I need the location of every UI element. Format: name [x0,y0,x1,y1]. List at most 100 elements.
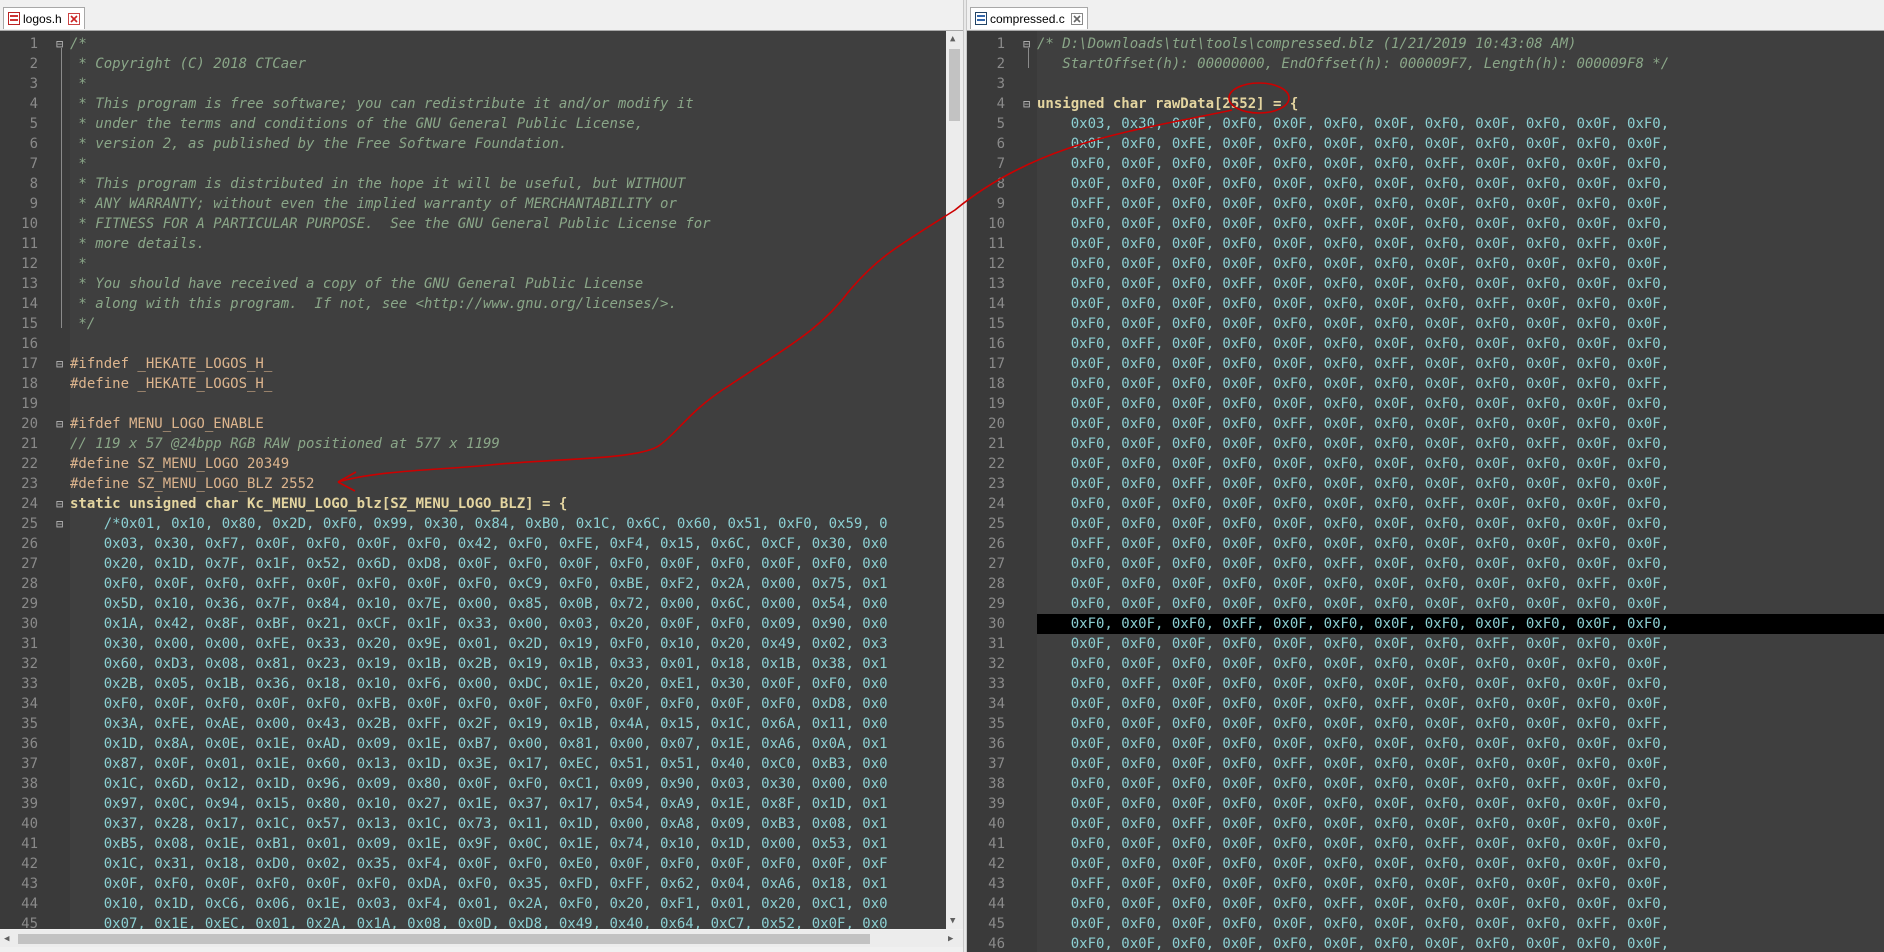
code-line[interactable]: 0x0F, 0xF0, 0x0F, 0xF0, 0x0F, 0xF0, 0x0F… [1037,914,1884,934]
code-line[interactable]: 0x03, 0x30, 0x0F, 0xF0, 0x0F, 0xF0, 0x0F… [1037,114,1884,134]
code-line[interactable]: 0x0F, 0xF0, 0x0F, 0xF0, 0x0F, 0xF0, 0x0F… [1037,634,1884,654]
code-line[interactable]: 0xF0, 0x0F, 0xF0, 0x0F, 0xF0, 0x0F, 0xF0… [1037,154,1884,174]
code-line[interactable]: 0xF0, 0x0F, 0xF0, 0x0F, 0xF0, 0x0F, 0xF0… [1037,834,1884,854]
close-icon[interactable] [67,12,80,25]
code-line[interactable]: 0xF0, 0x0F, 0xF0, 0xFF, 0x0F, 0xF0, 0x0F… [70,574,946,594]
code-line[interactable]: 0xF0, 0xFF, 0x0F, 0xF0, 0x0F, 0xF0, 0x0F… [1037,674,1884,694]
code-line[interactable]: 0x3A, 0xFE, 0xAE, 0x00, 0x43, 0x2B, 0xFF… [70,714,946,734]
code-line[interactable] [1037,74,1884,94]
code-line[interactable]: 0x87, 0x0F, 0x01, 0x1E, 0x60, 0x13, 0x1D… [70,754,946,774]
code-line[interactable]: 0x0F, 0xF0, 0x0F, 0xF0, 0x0F, 0xF0, 0x0F… [1037,794,1884,814]
code-line[interactable]: * You should have received a copy of the… [70,274,946,294]
code-line[interactable] [70,394,946,414]
code-line[interactable]: 0x0F, 0xF0, 0x0F, 0xF0, 0x0F, 0xF0, 0xDA… [70,874,946,894]
code-line[interactable]: // 119 x 57 @24bpp RGB RAW positioned at… [70,434,946,454]
code-line[interactable]: 0xF0, 0x0F, 0xF0, 0x0F, 0xF0, 0x0F, 0xF0… [1037,934,1884,952]
fold-marker-icon[interactable]: ⊟ [56,494,63,514]
code-line[interactable]: * along with this program. If not, see <… [70,294,946,314]
code-line[interactable]: 0xF0, 0x0F, 0xF0, 0x0F, 0xF0, 0xFB, 0x0F… [70,694,946,714]
code-line[interactable]: 0x1D, 0x8A, 0x0E, 0x1E, 0xAD, 0x09, 0x1E… [70,734,946,754]
code-line[interactable]: * version 2, as published by the Free So… [70,134,946,154]
code-line[interactable]: 0x0F, 0xF0, 0x0F, 0xF0, 0x0F, 0xF0, 0x0F… [1037,454,1884,474]
fold-marker-icon[interactable]: ⊟ [56,34,63,54]
code-line[interactable]: 0xF0, 0x0F, 0xF0, 0x0F, 0xF0, 0x0F, 0xF0… [1037,434,1884,454]
close-icon[interactable] [1070,12,1083,25]
code-line[interactable]: 0xF0, 0x0F, 0xF0, 0xFF, 0x0F, 0xF0, 0x0F… [1037,274,1884,294]
code-line[interactable]: * under the terms and conditions of the … [70,114,946,134]
code-line[interactable]: #ifdef MENU_LOGO_ENABLE [70,414,946,434]
code-line[interactable]: 0x0F, 0xF0, 0x0F, 0xF0, 0x0F, 0xF0, 0x0F… [1037,514,1884,534]
horizontal-scrollbar[interactable]: ◀ ▶ [0,930,963,947]
vertical-scrollbar[interactable]: ▲ ▼ [946,31,963,929]
code-line[interactable]: * This program is free software; you can… [70,94,946,114]
code-line[interactable]: 0x0F, 0xF0, 0x0F, 0xF0, 0x0F, 0xF0, 0x0F… [1037,574,1884,594]
right-code-editor[interactable]: 1 2 3 4 5 6 7 8 9 10 11 12 13 14 15 16 17 18 19 20 21 22 23 24 2… [967,31,1884,952]
code-line[interactable]: */ [70,314,946,334]
code-line[interactable]: 0x0F, 0xF0, 0x0F, 0xF0, 0x0F, 0xF0, 0x0F… [1037,394,1884,414]
code-line[interactable]: 0x97, 0x0C, 0x94, 0x15, 0x80, 0x10, 0x27… [70,794,946,814]
code-line[interactable]: 0xF0, 0x0F, 0xF0, 0x0F, 0xF0, 0xFF, 0x0F… [1037,894,1884,914]
code-line[interactable]: /*0x01, 0x10, 0x80, 0x2D, 0xF0, 0x99, 0x… [70,514,946,534]
code-line[interactable]: * Copyright (C) 2018 CTCaer [70,54,946,74]
code-line[interactable]: 0xF0, 0x0F, 0xF0, 0x0F, 0xF0, 0x0F, 0xF0… [1037,254,1884,274]
code-line[interactable]: 0xF0, 0xFF, 0x0F, 0xF0, 0x0F, 0xF0, 0x0F… [1037,334,1884,354]
code-line[interactable]: * This program is distributed in the hop… [70,174,946,194]
code-line[interactable]: 0x0F, 0xF0, 0x0F, 0xF0, 0x0F, 0xF0, 0xFF… [1037,694,1884,714]
code-line[interactable]: 0x0F, 0xF0, 0x0F, 0xF0, 0x0F, 0xF0, 0xFF… [1037,354,1884,374]
code-line[interactable]: #define SZ_MENU_LOGO 20349 [70,454,946,474]
scroll-down-icon[interactable]: ▼ [950,916,955,926]
code-line[interactable]: 0x0F, 0xF0, 0x0F, 0xF0, 0xFF, 0x0F, 0xF0… [1037,414,1884,434]
code-line[interactable]: * [70,154,946,174]
code-line[interactable]: 0xF0, 0x0F, 0xF0, 0x0F, 0xF0, 0x0F, 0xF0… [1037,714,1884,734]
code-line[interactable]: * more details. [70,234,946,254]
code-line[interactable] [70,334,946,354]
code-line[interactable]: 0xF0, 0x0F, 0xF0, 0x0F, 0xF0, 0x0F, 0xF0… [1037,314,1884,334]
code-line[interactable]: unsigned char rawData[2552] = { [1037,94,1884,114]
code-line[interactable]: 0x0F, 0xF0, 0x0F, 0xF0, 0x0F, 0xF0, 0x0F… [1037,734,1884,754]
fold-marker-icon[interactable]: ⊟ [56,414,63,434]
code-line[interactable]: 0x0F, 0xF0, 0xFE, 0x0F, 0xF0, 0x0F, 0xF0… [1037,134,1884,154]
left-code-editor[interactable]: 1 2 3 4 5 6 7 8 9 10 11 12 13 14 15 16 17 18 19 20 21 22 23 24 2… [0,31,946,929]
code-line[interactable]: 0x20, 0x1D, 0x7F, 0x1F, 0x52, 0x6D, 0xD8… [70,554,946,574]
fold-marker-icon[interactable]: ⊟ [56,354,63,374]
code-line[interactable]: StartOffset(h): 00000000, EndOffset(h): … [1037,54,1884,74]
code-line[interactable]: 0x0F, 0xF0, 0x0F, 0xF0, 0xFF, 0x0F, 0xF0… [1037,754,1884,774]
scroll-right-icon[interactable]: ▶ [948,934,953,944]
code-line[interactable]: 0xFF, 0x0F, 0xF0, 0x0F, 0xF0, 0x0F, 0xF0… [1037,534,1884,554]
code-line[interactable]: 0xF0, 0x0F, 0xF0, 0x0F, 0xF0, 0x0F, 0xF0… [1037,374,1884,394]
code-line[interactable]: 0x1C, 0x31, 0x18, 0xD0, 0x02, 0x35, 0xF4… [70,854,946,874]
code-line[interactable]: 0xF0, 0x0F, 0xF0, 0x0F, 0xF0, 0xFF, 0x0F… [1037,214,1884,234]
code-line[interactable]: 0x60, 0xD3, 0x08, 0x81, 0x23, 0x19, 0x1B… [70,654,946,674]
code-line[interactable]: 0x1C, 0x6D, 0x12, 0x1D, 0x96, 0x09, 0x80… [70,774,946,794]
code-line[interactable]: * [70,74,946,94]
code-line[interactable]: * ANY WARRANTY; without even the implied… [70,194,946,214]
fold-marker-icon[interactable]: ⊟ [1023,34,1030,54]
code-line[interactable]: * FITNESS FOR A PARTICULAR PURPOSE. See … [70,214,946,234]
code-line[interactable]: 0xF0, 0x0F, 0xF0, 0x0F, 0xF0, 0x0F, 0xF0… [1037,774,1884,794]
code-line[interactable]: 0xF0, 0x0F, 0xF0, 0x0F, 0xF0, 0x0F, 0xF0… [1037,654,1884,674]
scrollbar-thumb[interactable] [18,934,870,944]
code-line[interactable]: #ifndef _HEKATE_LOGOS_H_ [70,354,946,374]
code-line[interactable]: 0x0F, 0xF0, 0x0F, 0xF0, 0x0F, 0xF0, 0x0F… [1037,234,1884,254]
fold-marker-icon[interactable]: ⊟ [56,514,63,534]
scroll-left-icon[interactable]: ◀ [4,934,9,944]
code-line[interactable]: * [70,254,946,274]
code-line[interactable]: #define _HEKATE_LOGOS_H_ [70,374,946,394]
code-line[interactable]: 0xFF, 0x0F, 0xF0, 0x0F, 0xF0, 0x0F, 0xF0… [1037,194,1884,214]
code-line[interactable]: 0x0F, 0xF0, 0x0F, 0xF0, 0x0F, 0xF0, 0x0F… [1037,174,1884,194]
fold-marker-icon[interactable]: ⊟ [1023,94,1030,114]
code-line[interactable]: 0x0F, 0xF0, 0xFF, 0x0F, 0xF0, 0x0F, 0xF0… [1037,474,1884,494]
code-line[interactable]: 0x1A, 0x42, 0x8F, 0xBF, 0x21, 0xCF, 0x1F… [70,614,946,634]
scroll-up-icon[interactable]: ▲ [950,34,955,44]
code-area[interactable]: /* D:\Downloads\tut\tools\compressed.blz… [1037,31,1884,952]
code-line[interactable]: 0x0F, 0xF0, 0x0F, 0xF0, 0x0F, 0xF0, 0x0F… [1037,854,1884,874]
code-line[interactable]: static unsigned char Kc_MENU_LOGO_blz[SZ… [70,494,946,514]
code-line[interactable]: 0xF0, 0x0F, 0xF0, 0x0F, 0xF0, 0xFF, 0x0F… [1037,554,1884,574]
code-line[interactable]: 0xF0, 0x0F, 0xF0, 0x0F, 0xF0, 0x0F, 0xF0… [1037,494,1884,514]
code-line[interactable]: /* D:\Downloads\tut\tools\compressed.blz… [1037,34,1884,54]
code-line[interactable]: 0x07, 0x1E, 0xEC, 0x01, 0x2A, 0x1A, 0x08… [70,914,946,929]
code-line[interactable]: /* [70,34,946,54]
code-line[interactable]: 0xB5, 0x08, 0x1E, 0xB1, 0x01, 0x09, 0x1E… [70,834,946,854]
code-line[interactable]: 0xF0, 0x0F, 0xF0, 0x0F, 0xF0, 0x0F, 0xF0… [1037,594,1884,614]
code-line[interactable]: 0x30, 0x00, 0x00, 0xFE, 0x33, 0x20, 0x9E… [70,634,946,654]
